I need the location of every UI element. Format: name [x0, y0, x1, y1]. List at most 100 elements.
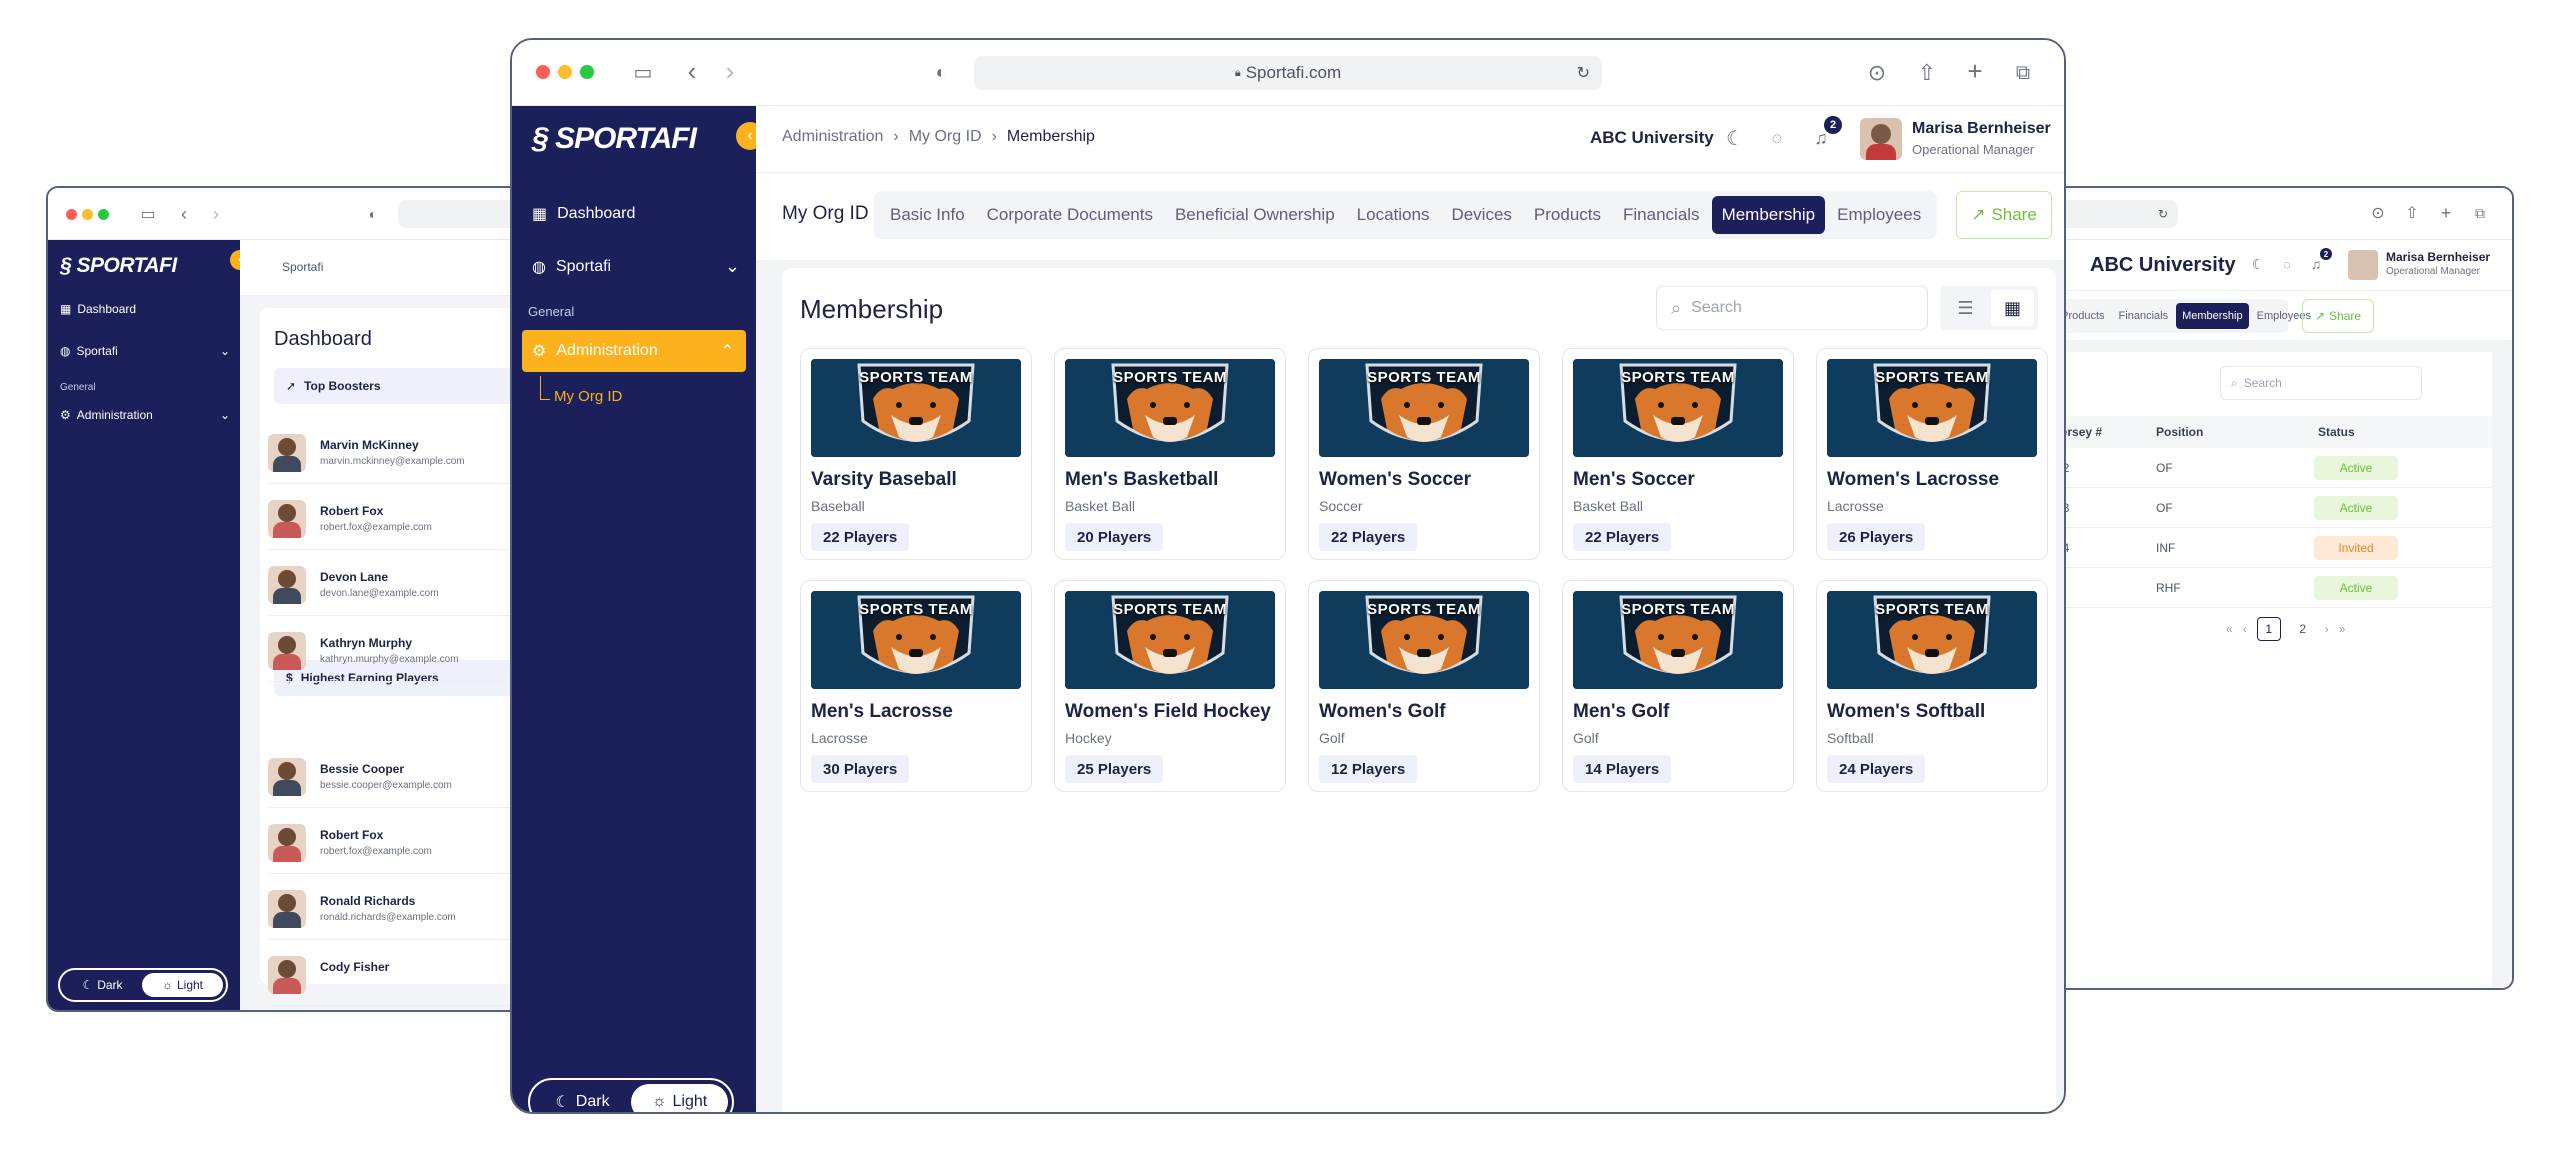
- sun-icon: ☼: [161, 978, 173, 992]
- dark-mode-option[interactable]: ☾ Dark: [63, 973, 142, 997]
- tabs-overview-icon[interactable]: ⧉: [2010, 60, 2036, 86]
- sidebar-toggle-icon[interactable]: ▭: [630, 60, 656, 84]
- left-sidebar-item-administration[interactable]: ⚙ Administration ⌄: [60, 408, 230, 422]
- team-card[interactable]: SPORTS TEAM Men's Lacrosse Lacrosse 30 Play…: [800, 580, 1032, 792]
- team-card[interactable]: SPORTS TEAM Women's Softball Softball 24 Pl…: [1816, 580, 2048, 792]
- sidebar-item-my-org-id[interactable]: My Org ID: [554, 388, 622, 405]
- minimize-dot[interactable]: [558, 65, 572, 79]
- team-card[interactable]: SPORTS TEAM Women's Soccer Soccer 22 Player…: [1308, 348, 1540, 560]
- grid-view-icon[interactable]: ▦: [1991, 290, 2034, 326]
- sidebar-item-administration[interactable]: ⚙ Administration ⌃: [522, 330, 746, 372]
- back-icon[interactable]: ‹: [682, 56, 702, 86]
- forward-icon[interactable]: ›: [208, 204, 224, 224]
- tab-membership[interactable]: Membership: [1711, 196, 1826, 234]
- chevron-right-icon: ›: [991, 128, 997, 145]
- tab-employees[interactable]: Employees: [1827, 196, 1931, 234]
- avatar-head: [278, 570, 296, 588]
- left-browser-chrome: ▭ ‹ › ◐: [48, 188, 564, 240]
- right-tab-financials[interactable]: Financials: [2113, 303, 2175, 329]
- tab-financials[interactable]: Financials: [1613, 196, 1710, 234]
- tab-locations[interactable]: Locations: [1347, 196, 1440, 234]
- share-icon[interactable]: ⇧: [1914, 60, 1940, 86]
- user-avatar[interactable]: [1860, 118, 1902, 160]
- tab-devices[interactable]: Devices: [1441, 196, 1521, 234]
- tab-corporate-documents[interactable]: Corporate Documents: [977, 196, 1163, 234]
- next-page-icon[interactable]: ›: [2325, 622, 2329, 636]
- membership-search-input[interactable]: ⌕ Search: [1656, 286, 1928, 330]
- moon-icon[interactable]: ☾: [1724, 126, 1746, 150]
- left-theme-toggle[interactable]: ☾ Dark ☼ Light: [58, 968, 228, 1002]
- right-share-button[interactable]: ↗ Share: [2302, 299, 2374, 333]
- reload-icon[interactable]: ↻: [2158, 207, 2168, 221]
- tabs-bar: My Org ID Basic Info Corporate Documents B…: [756, 172, 2064, 260]
- team-card[interactable]: SPORTS TEAM Women's Field Hockey Hockey 25 …: [1054, 580, 1286, 792]
- avatar-head: [278, 636, 296, 654]
- left-sidebar-item-dashboard[interactable]: ▦ Dashboard: [60, 302, 136, 316]
- download-icon[interactable]: ⊙: [2368, 202, 2388, 224]
- download-icon[interactable]: ⊙: [1864, 60, 1890, 86]
- close-dot[interactable]: [66, 209, 77, 220]
- team-name: Men's Golf: [1573, 701, 1670, 722]
- tab-products[interactable]: Products: [1524, 196, 1611, 234]
- tabs-overview-icon[interactable]: ⧉: [2470, 202, 2490, 224]
- share-button[interactable]: ↗ Share: [1956, 191, 2052, 239]
- user-role: Operational Manager: [1912, 142, 2035, 157]
- close-dot[interactable]: [536, 65, 550, 79]
- last-page-icon[interactable]: »: [2339, 622, 2346, 636]
- team-card[interactable]: SPORTS TEAM Men's Basketball Basket Ball 20…: [1054, 348, 1286, 560]
- page-2-button[interactable]: 2: [2291, 617, 2315, 641]
- avatar-shirt: [1866, 144, 1896, 160]
- new-tab-icon[interactable]: +: [1962, 56, 1988, 86]
- sidebar-toggle-icon[interactable]: ▭: [138, 204, 158, 224]
- table-row[interactable]: 23OFActive: [1998, 488, 2492, 528]
- light-mode-option[interactable]: ☼ Light: [631, 1084, 728, 1112]
- back-icon[interactable]: ‹: [176, 204, 192, 224]
- dark-mode-option[interactable]: ☾ Dark: [534, 1084, 631, 1112]
- main-address-bar[interactable]: 🔒︎ Sportafi.com ↻: [974, 56, 1602, 90]
- left-sidebar: § SPORTAFI ▦ Dashboard ◍ Sportafi ⌄ General…: [48, 240, 240, 1010]
- table-row[interactable]: 5RHFActive: [1998, 568, 2492, 608]
- list-view-icon[interactable]: ☰: [1944, 290, 1987, 326]
- theme-toggle[interactable]: ☾ Dark ☼ Light: [528, 1078, 734, 1112]
- avatar-figure: [1871, 124, 1891, 144]
- table-row[interactable]: 34INFInvited: [1998, 528, 2492, 568]
- right-user-avatar[interactable]: [2348, 250, 2378, 280]
- tab-beneficial-ownership[interactable]: Beneficial Ownership: [1165, 196, 1345, 234]
- right-notification-badge: 2: [2320, 248, 2332, 260]
- new-tab-icon[interactable]: +: [2436, 202, 2456, 224]
- first-page-icon[interactable]: «: [2226, 622, 2233, 636]
- prev-page-icon[interactable]: ‹: [2243, 622, 2247, 636]
- team-card[interactable]: SPORTS TEAM Varsity Baseball Baseball 22 Pl…: [800, 348, 1032, 560]
- breadcrumb-my-org-id[interactable]: My Org ID: [909, 128, 982, 146]
- grid-icon: ▦: [60, 302, 72, 316]
- team-card[interactable]: SPORTS TEAM Women's Lacrosse Lacrosse 26 Pl…: [1816, 348, 2048, 560]
- right-search-input[interactable]: ⌕ Search: [2220, 366, 2422, 400]
- left-breadcrumb[interactable]: Sportafi: [282, 260, 323, 274]
- team-card[interactable]: SPORTS TEAM Men's Golf Golf 14 Players: [1562, 580, 1794, 792]
- sidebar-item-sportafi[interactable]: ◍ Sportafi ⌄: [532, 256, 740, 277]
- maximize-dot[interactable]: [580, 65, 594, 79]
- chevron-down-icon: ⌄: [219, 408, 230, 422]
- reload-icon[interactable]: ↻: [1577, 63, 1590, 83]
- light-mode-option[interactable]: ☼ Light: [142, 973, 223, 997]
- page-1-button[interactable]: 1: [2256, 617, 2281, 641]
- table-row[interactable]: 12OFActive: [1998, 448, 2492, 488]
- tab-basic-info[interactable]: Basic Info: [880, 196, 975, 234]
- team-card[interactable]: SPORTS TEAM Men's Soccer Basket Ball 22 Pla…: [1562, 348, 1794, 560]
- maximize-dot[interactable]: [98, 209, 109, 220]
- left-sidebar-item-sportafi[interactable]: ◍ Sportafi ⌄: [60, 344, 230, 358]
- sidebar-item-dashboard[interactable]: ▦ Dashboard: [532, 204, 635, 224]
- right-tab-membership[interactable]: Membership: [2176, 303, 2249, 329]
- avatar-head: [278, 438, 296, 456]
- chat-icon[interactable]: ◌: [2278, 254, 2296, 274]
- settings-icon: ⚙: [532, 343, 547, 360]
- minimize-dot[interactable]: [82, 209, 93, 220]
- moon-icon: ☾: [555, 1094, 570, 1111]
- forward-icon[interactable]: ›: [720, 56, 740, 86]
- avatar: [268, 956, 306, 994]
- share-icon[interactable]: ⇧: [2402, 202, 2422, 224]
- chat-icon[interactable]: ◌: [1766, 126, 1788, 150]
- moon-icon[interactable]: ☾: [2250, 254, 2266, 274]
- team-card[interactable]: SPORTS TEAM Women's Golf Golf 12 Players: [1308, 580, 1540, 792]
- breadcrumb-administration[interactable]: Administration: [782, 128, 883, 146]
